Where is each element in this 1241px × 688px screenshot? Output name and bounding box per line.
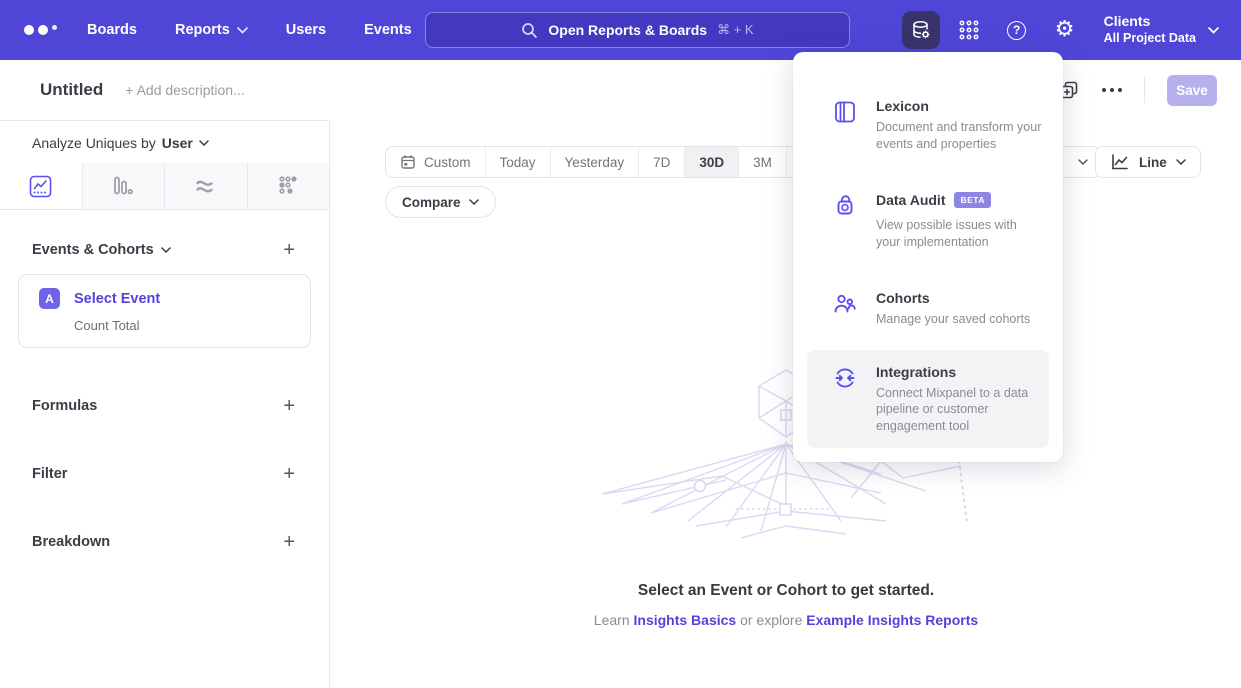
beta-badge: BETA <box>954 192 991 208</box>
tab-flow-chart[interactable] <box>165 163 248 209</box>
analyze-label: Analyze Uniques by <box>32 135 156 151</box>
more-options-button[interactable] <box>1102 88 1122 92</box>
event-letter-badge: A <box>39 288 60 309</box>
range-yesterday[interactable]: Yesterday <box>551 147 640 177</box>
tab-line-chart[interactable] <box>0 163 83 209</box>
nav-reports[interactable]: Reports <box>175 22 248 38</box>
search-placeholder: Open Reports & Boards <box>548 22 707 38</box>
example-insights-reports-link[interactable]: Example Insights Reports <box>806 612 978 628</box>
menu-item-data-audit[interactable]: Data Audit BETA View possible issues wit… <box>793 180 1063 262</box>
settings-button[interactable]: ⚙ <box>1046 11 1084 49</box>
event-selector-card[interactable]: A Select Event Count Total <box>18 274 311 348</box>
bar-chart-icon <box>111 174 135 198</box>
lexicon-book-icon <box>832 98 858 152</box>
cohorts-icon <box>832 290 858 328</box>
line-chart-icon <box>28 174 53 199</box>
chevron-down-icon <box>199 140 209 146</box>
org-name: Clients <box>1104 13 1196 31</box>
date-range-selector: Custom Today Yesterday 7D 30D 3M 6M <box>385 146 835 178</box>
apps-grid-button[interactable] <box>950 11 988 49</box>
chevron-down-icon <box>469 199 479 205</box>
data-management-button[interactable] <box>902 11 940 49</box>
nav-users[interactable]: Users <box>286 22 326 38</box>
main-nav: Boards Reports Users Events <box>87 22 412 38</box>
filter-section-label: Filter <box>32 466 67 482</box>
chevron-down-icon <box>1078 159 1088 165</box>
analyze-by-selector[interactable]: User <box>162 135 209 151</box>
visualization-tabs <box>0 163 329 210</box>
event-aggregation-label[interactable]: Count Total <box>74 318 296 333</box>
gear-icon: ⚙ <box>1055 19 1075 41</box>
range-30d[interactable]: 30D <box>685 147 739 177</box>
report-title[interactable]: Untitled <box>40 80 103 100</box>
data-audit-icon <box>832 192 858 250</box>
compare-button[interactable]: Compare <box>385 186 496 218</box>
header-divider <box>1144 77 1145 103</box>
project-name: All Project Data <box>1104 31 1196 47</box>
topbar-actions: ? ⚙ Clients All Project Data <box>902 11 1241 49</box>
add-event-button[interactable]: + <box>283 240 295 260</box>
integrations-icon <box>832 364 858 435</box>
range-3m[interactable]: 3M <box>739 147 787 177</box>
search-icon <box>521 22 538 39</box>
chart-type-selector[interactable]: Line <box>1095 146 1201 178</box>
top-navigation-bar: Boards Reports Users Events Open Reports… <box>0 0 1241 60</box>
empty-state-subtitle: Learn Insights Basics or explore Example… <box>331 612 1241 628</box>
events-cohorts-header[interactable]: Events & Cohorts <box>32 242 171 258</box>
add-breakdown-button[interactable]: + <box>283 532 295 552</box>
chevron-down-icon <box>237 27 248 34</box>
formulas-section-label: Formulas <box>32 398 97 414</box>
data-management-menu: Lexicon Document and transform your even… <box>793 52 1063 462</box>
add-filter-button[interactable]: + <box>283 464 295 484</box>
chevron-down-icon <box>161 247 171 253</box>
breakdown-section-label: Breakdown <box>32 534 110 550</box>
menu-item-integrations[interactable]: Integrations Connect Mixpanel to a data … <box>807 350 1049 449</box>
select-event-label: Select Event <box>74 291 160 307</box>
insights-basics-link[interactable]: Insights Basics <box>634 612 737 628</box>
project-switcher[interactable]: Clients All Project Data <box>1104 13 1219 46</box>
save-button[interactable]: Save <box>1167 75 1217 106</box>
apps-grid-icon <box>958 19 980 41</box>
help-icon: ? <box>1007 21 1026 40</box>
query-builder-sidebar: Analyze Uniques by User <box>0 120 330 688</box>
database-gear-icon <box>909 18 933 42</box>
calendar-icon <box>400 154 416 170</box>
range-today[interactable]: Today <box>486 147 551 177</box>
mixpanel-logo-icon[interactable] <box>24 25 57 36</box>
chevron-down-icon <box>1208 27 1219 34</box>
report-canvas: Custom Today Yesterday 7D 30D 3M 6M Comp… <box>331 120 1241 688</box>
nav-events[interactable]: Events <box>364 22 412 38</box>
global-search-bar[interactable]: Open Reports & Boards ⌘ + K <box>425 12 850 48</box>
add-formula-button[interactable]: + <box>283 396 295 416</box>
search-shortcut: ⌘ + K <box>717 22 754 38</box>
flow-icon <box>194 174 218 198</box>
tab-bar-chart[interactable] <box>83 163 166 209</box>
scatter-icon <box>276 174 300 198</box>
nav-boards[interactable]: Boards <box>87 22 137 38</box>
menu-item-cohorts[interactable]: Cohorts Manage your saved cohorts <box>793 278 1063 340</box>
report-description-placeholder[interactable]: + Add description... <box>125 82 244 98</box>
line-chart-axis-icon <box>1110 153 1130 171</box>
empty-state-title: Select an Event or Cohort to get started… <box>331 582 1241 600</box>
menu-item-lexicon[interactable]: Lexicon Document and transform your even… <box>793 86 1063 164</box>
tab-scatter-chart[interactable] <box>248 163 330 209</box>
chevron-down-icon <box>1176 159 1186 165</box>
range-7d[interactable]: 7D <box>639 147 685 177</box>
help-button[interactable]: ? <box>998 11 1036 49</box>
range-custom[interactable]: Custom <box>386 147 486 177</box>
